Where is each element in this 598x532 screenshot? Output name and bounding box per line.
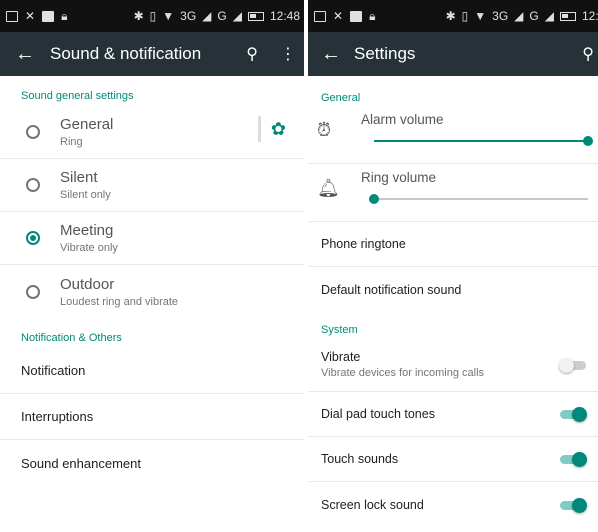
- profile-title: General: [60, 116, 114, 133]
- touch-sounds-toggle[interactable]: [560, 452, 588, 467]
- radio-outdoor[interactable]: [26, 284, 40, 299]
- screen-lock-sound-toggle[interactable]: [560, 497, 588, 513]
- radio-general[interactable]: [26, 125, 40, 139]
- back-arrow-icon[interactable]: ←: [308, 43, 354, 66]
- section-header-sound-general: Sound general settings: [21, 90, 134, 102]
- message-icon: [42, 10, 55, 22]
- page-title: Settings: [354, 44, 416, 63]
- bell-icon: 🔔︎: [317, 178, 340, 198]
- wifi-icon: ▼: [162, 9, 175, 23]
- lock-icon: 🔒︎: [369, 8, 376, 23]
- network-type: 3G: [180, 9, 197, 23]
- signal-icon-2: ◢: [232, 9, 242, 23]
- alarm-volume-label: Alarm volume: [361, 112, 444, 127]
- battery-icon: [247, 11, 264, 21]
- profile-subtitle: Silent only: [60, 189, 111, 201]
- status-bar: ✕ 🔒︎ ✱ ▯ ▼ 3G ◢ G ◢ 12:49: [308, 0, 598, 32]
- bluetooth-icon: ✱: [133, 9, 144, 23]
- bluetooth-icon: ✱: [445, 9, 456, 23]
- radio-meeting[interactable]: [26, 231, 40, 245]
- ring-volume-label: Ring volume: [361, 170, 437, 185]
- toggle-knob: [572, 452, 587, 467]
- signal-icon: ◢: [514, 9, 524, 23]
- profile-title: Meeting: [60, 222, 114, 239]
- profile-subtitle: Ring: [60, 136, 83, 148]
- interruptions-item[interactable]: Interruptions: [0, 394, 304, 440]
- network-type: 3G: [492, 9, 509, 23]
- ring-volume-row: 🔔︎ Ring volume: [308, 164, 598, 222]
- clock: 12:48: [269, 9, 300, 23]
- slider-fill: [374, 140, 588, 142]
- touch-sounds-label: Touch sounds: [321, 452, 399, 466]
- vibrate-icon: ▯: [461, 9, 469, 23]
- vibrate-toggle[interactable]: [559, 357, 588, 373]
- profile-meeting[interactable]: Meeting Vibrate only: [0, 212, 304, 265]
- section-header-general: General: [321, 92, 361, 104]
- vibrate-label: Vibrate: [321, 350, 361, 364]
- network-type-2: G: [217, 9, 227, 23]
- message-icon: [350, 10, 363, 22]
- signal-icon-2: ◢: [544, 9, 554, 23]
- status-bar: ✕ 🔒︎ ✱ ▯ ▼ 3G ◢ G ◢ 12:48: [0, 0, 304, 32]
- settings-screen: ✕ 🔒︎ ✱ ▯ ▼ 3G ◢ G ◢ 12:49 ← Settings ⚲ G…: [308, 0, 598, 532]
- gallery-icon: [314, 10, 326, 22]
- sound-notification-screen: ✕ 🔒︎ ✱ ▯ ▼ 3G ◢ G ◢ 12:48 ← Sound & noti…: [0, 0, 304, 532]
- lock-icon: 🔒︎: [61, 8, 68, 23]
- alarm-clock-icon: ⏰︎: [317, 120, 332, 140]
- profile-outdoor[interactable]: Outdoor Loudest ring and vibrate: [0, 265, 304, 318]
- default-notification-sound-item[interactable]: Default notification sound: [308, 267, 598, 312]
- search-icon[interactable]: ⚲: [582, 44, 594, 64]
- screen-lock-sound-label: Screen lock sound: [321, 497, 424, 512]
- network-type-2: G: [529, 9, 539, 23]
- profile-subtitle: Vibrate only: [60, 242, 118, 254]
- clock: 12:49: [581, 9, 598, 23]
- dial-pad-tones-row[interactable]: Dial pad touch tones: [308, 392, 598, 437]
- touch-sounds-row[interactable]: Touch sounds: [308, 437, 598, 482]
- page-title: Sound & notification: [50, 44, 202, 63]
- divider: [257, 116, 261, 142]
- section-header-notification-others: Notification & Others: [21, 332, 122, 344]
- profile-subtitle: Loudest ring and vibrate: [60, 295, 179, 308]
- phone-ringtone-item[interactable]: Phone ringtone: [308, 222, 598, 267]
- dial-pad-tones-toggle[interactable]: [560, 407, 588, 422]
- toggle-knob: [572, 407, 587, 422]
- vibrate-row[interactable]: Vibrate Vibrate devices for incoming cal…: [308, 338, 598, 392]
- overflow-menu-icon[interactable]: ⋮: [280, 44, 296, 64]
- toggle-knob: [572, 497, 587, 513]
- missed-call-icon: ✕: [25, 9, 36, 23]
- screen-lock-sound-row[interactable]: Screen lock sound: [308, 482, 598, 527]
- toggle-knob: [559, 357, 574, 373]
- notification-item[interactable]: Notification: [0, 348, 304, 394]
- missed-call-icon: ✕: [333, 9, 344, 23]
- radio-silent[interactable]: [26, 178, 40, 192]
- vibrate-icon: ▯: [149, 9, 157, 23]
- vibrate-sublabel: Vibrate devices for incoming calls: [321, 367, 485, 379]
- wifi-icon: ▼: [474, 9, 487, 23]
- app-bar: ← Settings ⚲: [308, 32, 598, 76]
- section-header-system: System: [321, 324, 358, 336]
- profile-title: Silent: [60, 169, 98, 186]
- profile-title: Outdoor: [60, 275, 115, 293]
- search-icon[interactable]: ⚲: [246, 44, 258, 64]
- sound-enhancement-item[interactable]: Sound enhancement: [0, 440, 304, 486]
- battery-icon: [559, 11, 576, 21]
- profile-silent[interactable]: Silent Silent only: [0, 159, 304, 212]
- back-arrow-icon[interactable]: ←: [0, 43, 50, 66]
- slider-thumb[interactable]: [583, 136, 593, 146]
- ring-volume-slider[interactable]: [369, 194, 588, 204]
- dial-pad-tones-label: Dial pad touch tones: [321, 407, 435, 421]
- signal-icon: ◢: [202, 9, 212, 23]
- gallery-icon: [6, 10, 18, 22]
- app-bar: ← Sound & notification ⚲ ⋮: [0, 32, 304, 76]
- gear-icon[interactable]: ✿: [271, 119, 286, 140]
- slider-thumb[interactable]: [369, 194, 379, 204]
- profile-general[interactable]: General Ring ✿: [0, 106, 304, 159]
- alarm-volume-slider[interactable]: [374, 136, 593, 146]
- alarm-volume-row: ⏰︎ Alarm volume: [308, 106, 598, 164]
